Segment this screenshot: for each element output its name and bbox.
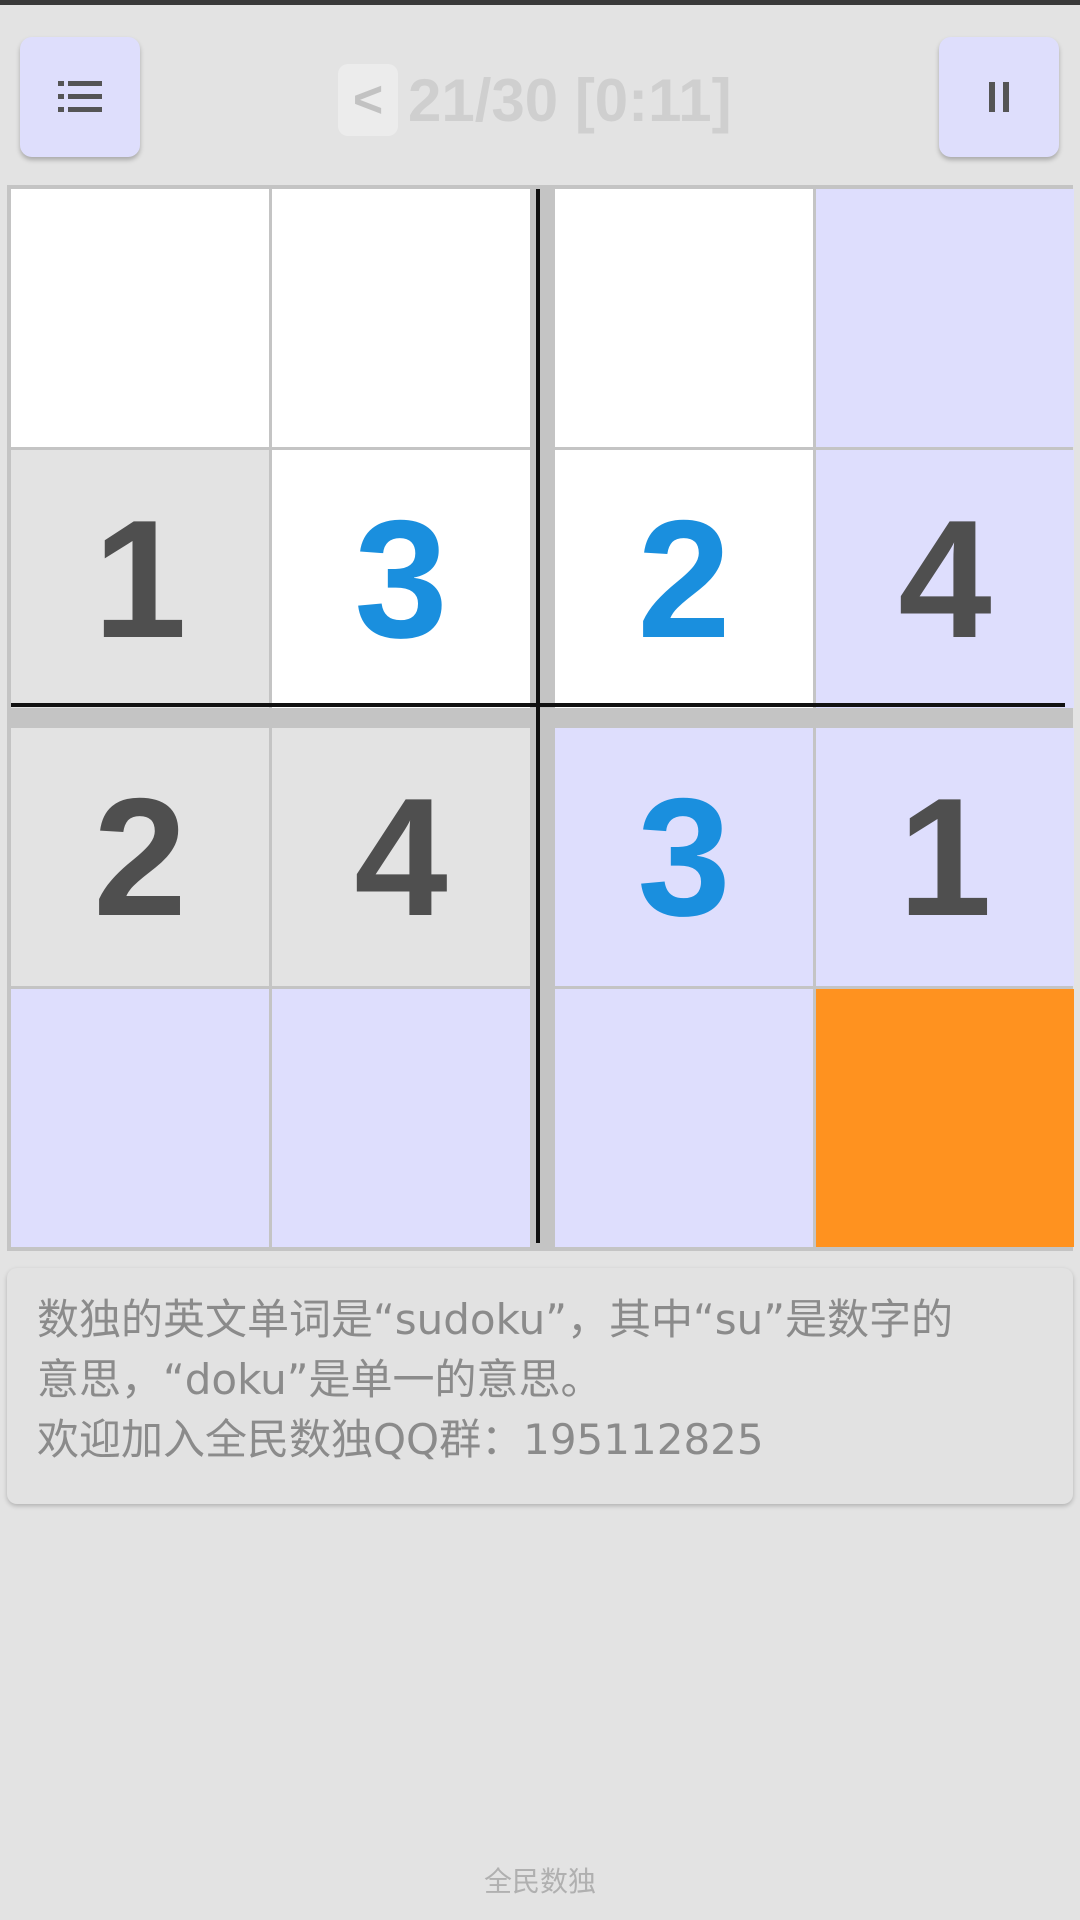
board-cell[interactable] — [272, 189, 530, 447]
app-name-label: 全民数独 — [483, 1865, 596, 1898]
menu-list-icon — [58, 78, 102, 116]
board-cell[interactable] — [11, 989, 269, 1247]
board-cell[interactable]: 4 — [272, 728, 530, 986]
level-progress-timer: 21/30 [0:11] — [408, 66, 732, 134]
tip-card: 数独的英文单词是“sudoku”，其中“su”是数字的 意思，“doku”是单一的… — [7, 1268, 1073, 1504]
level-indicator: < 21/30 [0:11] — [338, 60, 732, 140]
pause-button[interactable] — [939, 37, 1059, 157]
tip-text-line: 数独的英文单词是“sudoku”，其中“su”是数字的 — [37, 1295, 954, 1344]
menu-button[interactable] — [20, 37, 140, 157]
previous-level-button[interactable]: < — [338, 64, 398, 136]
board-cell[interactable]: 3 — [555, 728, 813, 986]
pause-icon — [987, 80, 1011, 114]
box-divider-horizontal — [11, 703, 1065, 707]
board-cell[interactable] — [816, 189, 1074, 447]
board-cell[interactable]: 2 — [11, 728, 269, 986]
selected-cell[interactable] — [816, 989, 1074, 1247]
tip-text-line: 意思，“doku”是单一的意思。 — [37, 1355, 603, 1404]
header-bar: < 21/30 [0:11] — [0, 5, 1080, 185]
board-cell[interactable] — [272, 989, 530, 1247]
board-cell[interactable]: 1 — [816, 728, 1074, 986]
board-cell[interactable]: 3 — [272, 450, 530, 708]
board-cell[interactable]: 1 — [11, 450, 269, 708]
board-cell[interactable] — [555, 989, 813, 1247]
board-cell[interactable]: 4 — [816, 450, 1074, 708]
board-cell[interactable]: 2 — [555, 450, 813, 708]
board-cell[interactable] — [555, 189, 813, 447]
board-cell[interactable] — [11, 189, 269, 447]
box-divider-vertical — [536, 189, 540, 1243]
tip-text-line: 欢迎加入全民数独QQ群：195112825 — [37, 1415, 764, 1464]
sudoku-board: 13242431 — [7, 185, 1074, 1251]
